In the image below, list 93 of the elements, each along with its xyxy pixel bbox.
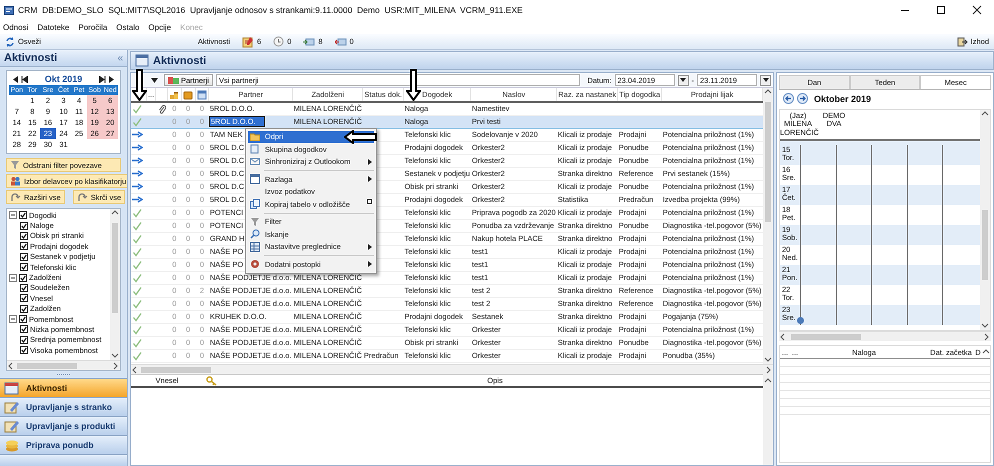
search-icon [250,229,260,240]
close-icon[interactable] [972,5,982,15]
coins-icon [169,90,180,100]
scroll-left-icon[interactable] [7,362,15,370]
first-icon[interactable] [21,76,28,82]
clock-icon [273,36,284,47]
left-arrow-icon [344,130,378,144]
window-title: CRM DB:DEMO_SLO SQL:MIT7\SQL2016 Upravljanje odnosov s strankami:9.11.0000 Demo USR:MIT_MILENA VCRM_911.EXE [18,5,523,15]
checkbox[interactable] [20,232,28,240]
checkbox[interactable] [20,304,28,313]
collapse-icon[interactable] [9,274,17,282]
check-icon [132,104,142,114]
submenu-arrow-icon [368,244,372,250]
month-title: Oktober 2019 [814,94,872,104]
copy-icon [250,199,260,210]
submenu-arrow-icon [368,261,372,268]
people-icon [10,176,21,186]
scroll-down-icon[interactable] [111,352,119,360]
key-icon [206,376,218,386]
grip-icon [56,373,72,376]
collapse-icon[interactable] [9,315,17,324]
menu-item[interactable]: Opcije [148,22,172,32]
checkbox[interactable] [20,242,28,250]
dropdown-button[interactable] [760,74,771,86]
scroll-left-icon[interactable] [131,366,139,374]
small-window-icon [366,199,372,204]
submenu-arrow-icon [368,158,372,165]
menu-item[interactable]: Odnosi [3,22,28,32]
checkbox[interactable] [19,211,27,220]
scroll-down-icon[interactable] [981,322,989,330]
month-label: Okt 2019 [44,74,82,84]
scroll-right-icon[interactable] [983,332,991,340]
window-icon [250,174,260,184]
folder-icon [250,132,260,142]
checkbox[interactable] [20,284,28,292]
scroll-down-icon[interactable] [764,356,772,364]
exit-icon [956,36,968,46]
checkbox[interactable] [20,346,28,354]
back-button[interactable] [783,93,794,104]
funnel-icon [250,216,260,227]
collapse-icon[interactable] [9,211,17,220]
window-icon [135,54,149,67]
scroll-left-icon[interactable] [779,332,787,340]
scroll-up-icon[interactable] [764,88,772,96]
curved-arrow-icon [76,192,88,202]
scroll-up-icon[interactable] [111,209,119,217]
scroll-up-icon[interactable] [982,348,990,356]
coins-icon [4,438,20,452]
scroll-right-icon[interactable] [765,366,773,374]
checkbox[interactable] [20,263,28,272]
calendar-icon [196,90,207,100]
nav-item[interactable]: Aktivnosti [0,378,127,397]
next-icon[interactable] [108,76,115,82]
scroll-right-icon[interactable] [112,362,120,370]
maximize-icon[interactable] [936,5,946,15]
scroll-up-icon[interactable] [764,377,772,385]
checkbox[interactable] [19,315,27,324]
pencil-icon [4,400,20,414]
panel-title: Aktivnosti [4,52,58,64]
dropdown-button[interactable] [678,74,688,86]
check-icon [132,116,142,126]
pencil-icon [4,419,20,433]
checkbox[interactable] [20,294,28,302]
caret-icon [680,78,686,82]
checkbox[interactable] [20,222,28,230]
document-icon [250,144,260,154]
calendar-icon [4,381,20,395]
menu-item[interactable]: Poročila [78,22,108,32]
menu-item[interactable]: Datoteke [37,22,70,32]
funnel-icon [10,160,20,170]
people-icon [168,76,179,84]
checkbox[interactable] [20,252,28,261]
previous-icon[interactable] [12,76,19,82]
nav-item[interactable]: Upravljanje s stranko [0,397,127,416]
nav-item[interactable]: Upravljanje s produkti [0,416,127,435]
last-icon[interactable] [99,76,106,82]
forward-button[interactable] [797,93,808,104]
app-icon [4,6,14,14]
refresh-icon [5,36,15,46]
menu-item[interactable]: Ostalo [116,22,140,32]
panel-title: Aktivnosti [153,54,206,66]
curved-arrow-icon [10,192,21,202]
notepad-icon [242,36,254,48]
checkbox[interactable] [20,325,28,334]
scroll-up-icon[interactable] [981,110,989,118]
checkbox[interactable] [20,336,28,344]
checkbox[interactable] [19,274,27,282]
box-icon [183,90,194,100]
caret-icon[interactable] [151,78,158,82]
submenu-arrow-icon [368,176,372,182]
envelope-icon [250,157,260,166]
grid-icon [250,242,260,252]
caret-icon [762,78,768,82]
